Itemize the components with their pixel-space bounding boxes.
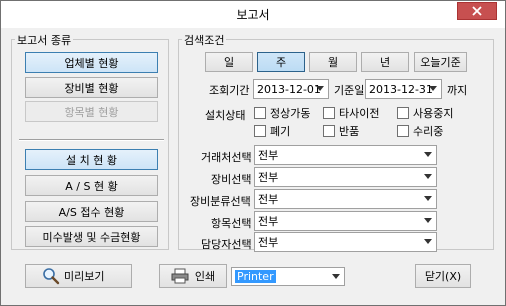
period-today-button[interactable]: 오늘기준 — [414, 52, 467, 72]
chevron-down-icon — [316, 86, 324, 91]
close-window-button[interactable] — [457, 2, 497, 20]
window-title: 보고서 — [236, 8, 270, 22]
status-suspended-label: 사용중지 — [413, 107, 454, 120]
magnifier-icon — [43, 268, 60, 285]
period-week-button[interactable]: 주 — [257, 52, 305, 72]
search-conditions-group-label: 검색조건 — [182, 32, 227, 48]
item-filter-label: 항목선택 — [211, 217, 252, 230]
base-date-label: 기준일 — [334, 84, 365, 97]
checkbox-box[interactable] — [323, 125, 335, 137]
installation-status-button[interactable]: 설 치 현 황 — [25, 149, 158, 170]
title-bar: 보고서 — [1, 1, 505, 28]
as-status-button[interactable]: A / S 현 황 — [25, 175, 158, 196]
receivables-status-button[interactable]: 미수발생 및 수금현황 — [25, 226, 158, 247]
status-repair-checkbox[interactable]: 수리중 — [397, 123, 443, 139]
date-to-picker[interactable]: 2013-12-31 — [365, 79, 442, 99]
equipment-category-filter-value: 전부 — [258, 193, 279, 206]
status-transferred-label: 타사이전 — [339, 107, 380, 120]
preview-button-label: 미리보기 — [64, 270, 105, 283]
chevron-down-icon — [424, 152, 432, 157]
report-type-group-label: 보고서 종류 — [15, 32, 74, 48]
printer-icon — [171, 268, 189, 284]
client-filter-value: 전부 — [258, 149, 279, 162]
report-by-equipment-button[interactable]: 장비별 현황 — [25, 77, 158, 98]
chevron-down-icon — [424, 218, 432, 223]
status-repair-label: 수리중 — [413, 125, 444, 138]
manager-filter-label: 담당자선택 — [201, 238, 252, 251]
print-button-label: 인쇄 — [194, 270, 216, 283]
status-suspended-checkbox[interactable]: 사용중지 — [397, 105, 453, 121]
checkbox-box[interactable] — [323, 107, 335, 119]
status-disposed-checkbox[interactable]: 폐기 — [254, 123, 290, 139]
status-transferred-checkbox[interactable]: 타사이전 — [323, 105, 379, 121]
equipment-category-filter-label: 장비분류선택 — [190, 195, 251, 208]
status-returned-label: 반품 — [339, 125, 360, 138]
report-by-company-button[interactable]: 업체별 현황 — [25, 52, 158, 73]
report-window: 보고서 보고서 종류 업체별 현황 장비별 현황 항목별 현황 설 치 현 황 … — [0, 0, 506, 306]
checkbox-box[interactable] — [254, 107, 266, 119]
as-request-status-button[interactable]: A/S 접수 현황 — [25, 201, 158, 222]
printer-select-value: Printer — [235, 270, 276, 283]
period-month-button[interactable]: 월 — [309, 52, 357, 72]
chevron-down-icon — [424, 174, 432, 179]
equipment-category-filter-select[interactable]: 전부 — [254, 189, 437, 209]
printer-select[interactable]: Printer — [231, 267, 345, 286]
manager-filter-select[interactable]: 전부 — [254, 232, 437, 252]
print-button[interactable]: 인쇄 — [159, 264, 227, 288]
close-icon — [472, 6, 482, 16]
chevron-down-icon — [424, 196, 432, 201]
equipment-filter-label: 장비선택 — [211, 173, 252, 186]
status-returned-checkbox[interactable]: 반품 — [323, 123, 359, 139]
equipment-filter-select[interactable]: 전부 — [254, 167, 437, 187]
chevron-down-icon — [332, 274, 340, 279]
item-filter-value: 전부 — [258, 215, 279, 228]
date-range-label: 조회기간 — [209, 84, 250, 97]
until-label: 까지 — [447, 84, 468, 97]
report-by-item-button[interactable]: 항목별 현황 — [25, 101, 158, 122]
date-from-picker[interactable]: 2013-12-01 — [253, 79, 329, 99]
period-year-button[interactable]: 년 — [361, 52, 409, 72]
chevron-down-icon — [424, 239, 432, 244]
status-normal-checkbox[interactable]: 정상가동 — [254, 105, 310, 121]
period-day-button[interactable]: 일 — [205, 52, 253, 72]
manager-filter-value: 전부 — [258, 236, 279, 249]
equipment-filter-value: 전부 — [258, 171, 279, 184]
client-filter-select[interactable]: 전부 — [254, 145, 437, 165]
client-filter-label: 거래처선택 — [201, 151, 252, 164]
preview-button[interactable]: 미리보기 — [25, 264, 132, 288]
checkbox-box[interactable] — [254, 125, 266, 137]
chevron-down-icon — [429, 86, 437, 91]
install-status-label: 설치상태 — [205, 109, 246, 122]
report-type-divider — [19, 139, 164, 141]
item-filter-select[interactable]: 전부 — [254, 211, 437, 231]
date-from-value: 2013-12-01 — [257, 82, 321, 96]
close-button[interactable]: 닫기(X) — [415, 264, 471, 288]
status-normal-label: 정상가동 — [270, 107, 311, 120]
checkbox-box[interactable] — [397, 107, 409, 119]
checkbox-box[interactable] — [397, 125, 409, 137]
date-to-value: 2013-12-31 — [369, 82, 433, 96]
status-disposed-label: 폐기 — [270, 125, 291, 138]
